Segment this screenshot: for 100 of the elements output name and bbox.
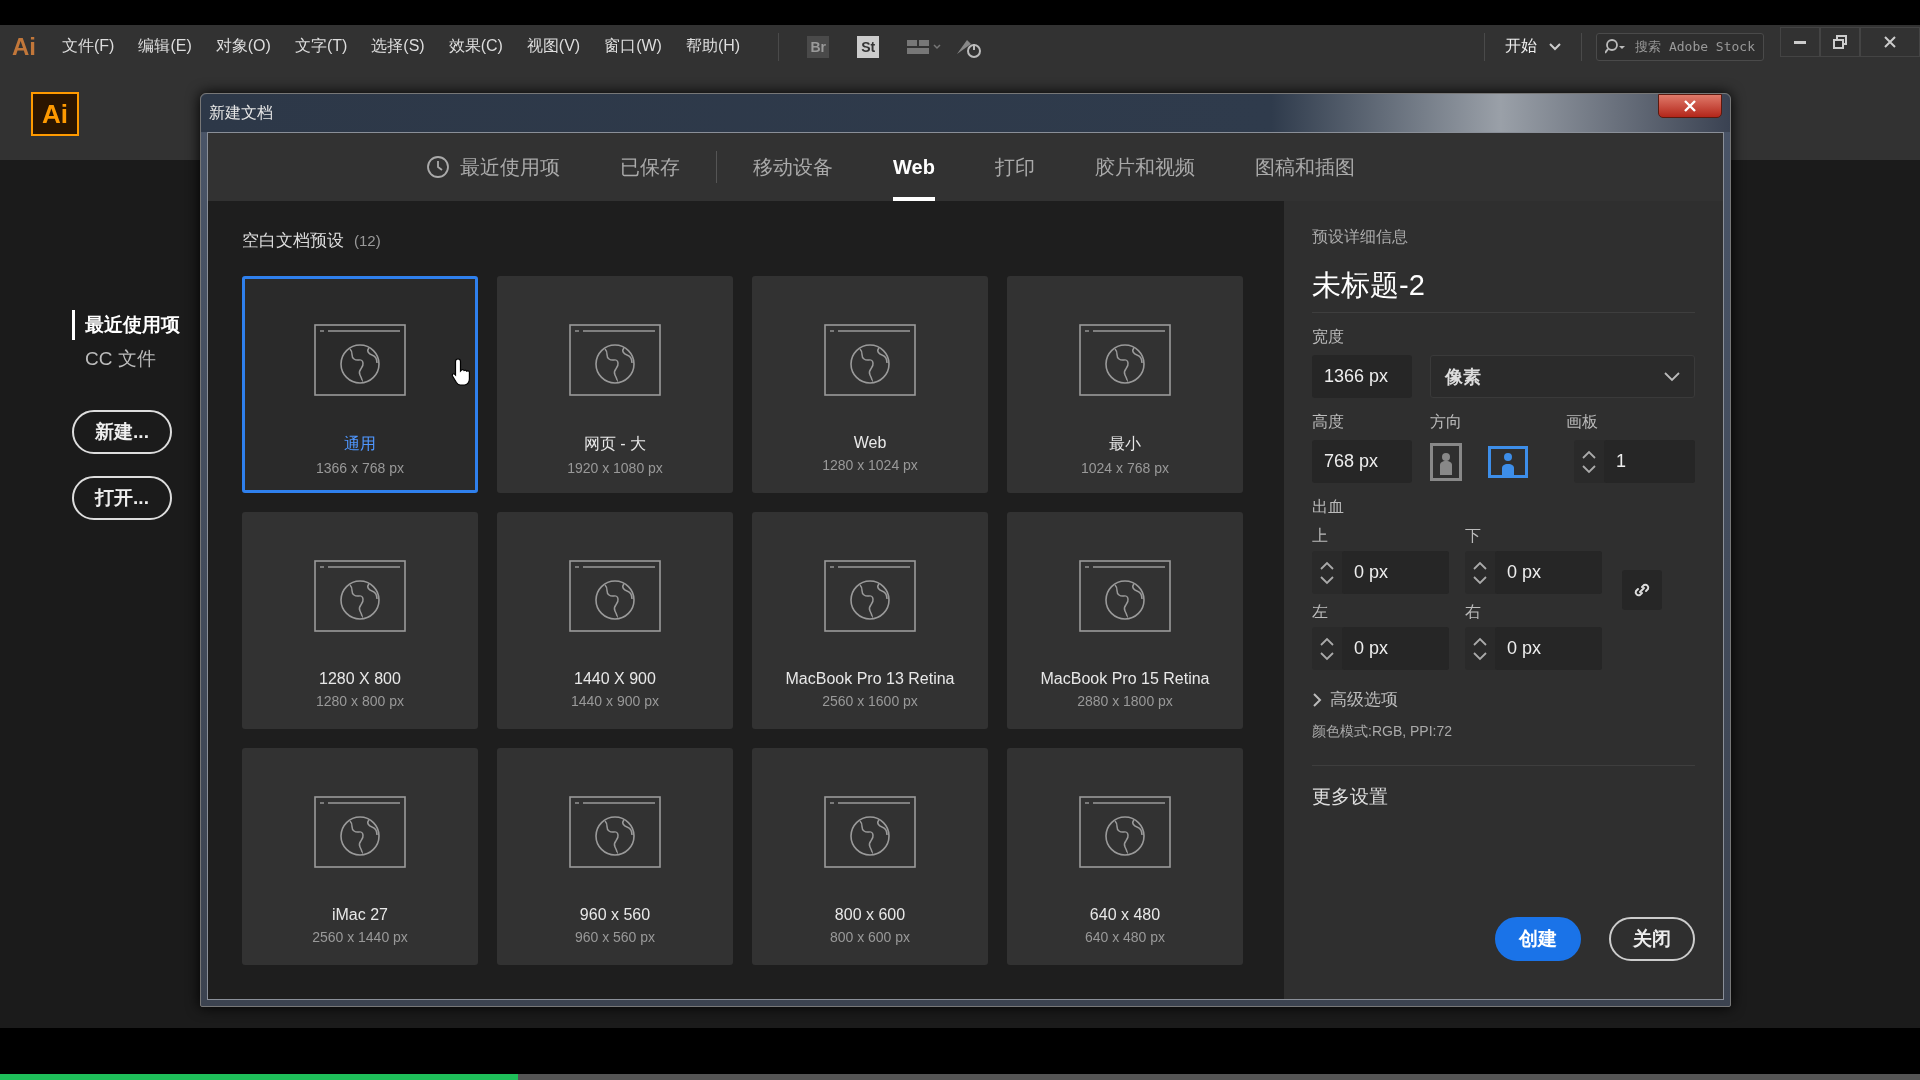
document-name: 未标题-2: [1312, 268, 1426, 303]
preset-size: 1024 x 768 px: [1081, 460, 1169, 476]
preset-size: 1920 x 1080 px: [567, 460, 663, 476]
more-settings-link[interactable]: 更多设置: [1312, 784, 1695, 810]
web-document-icon: [824, 796, 916, 868]
preset-name: 最小: [1109, 434, 1141, 454]
preset-name: iMac 27: [332, 906, 388, 924]
tab[interactable]: 打印: [994, 133, 1035, 201]
dialog-title: 新建文档: [209, 102, 273, 123]
minimize-button[interactable]: [1780, 27, 1820, 57]
tab[interactable]: 图稿和插图: [1254, 133, 1355, 201]
input-field[interactable]: 0 px: [1495, 627, 1602, 670]
menu-item[interactable]: 效果(C): [448, 36, 503, 57]
menu-item[interactable]: 帮助(H): [685, 36, 741, 57]
preset-name: 1440 X 900: [574, 670, 656, 688]
preset-card[interactable]: 960 x 560 960 x 560 px: [497, 748, 733, 965]
tab[interactable]: 最近使用项: [426, 133, 561, 201]
preset-name: 960 x 560: [579, 906, 651, 924]
preset-card[interactable]: MacBook Pro 15 Retina 2880 x 1800 px: [1007, 512, 1243, 729]
close-icon: [1883, 35, 1897, 49]
units-dropdown[interactable]: 像素: [1430, 355, 1695, 398]
workspace-dropdown[interactable]: 开始: [1505, 36, 1562, 57]
start-button[interactable]: 新建...: [72, 410, 172, 454]
preset-card[interactable]: 1280 X 800 1280 x 800 px: [242, 512, 478, 729]
minimize-icon: [1794, 40, 1806, 44]
portrait-orientation-icon[interactable]: [1430, 442, 1462, 481]
tab[interactable]: Web: [893, 133, 935, 201]
layout-button[interactable]: [907, 37, 942, 56]
search-placeholder: 搜索 Adobe Stock: [1635, 37, 1755, 56]
field-label: 画板: [1566, 412, 1598, 432]
start-button[interactable]: 打开...: [72, 476, 172, 520]
field-label: 宽度: [1312, 327, 1345, 347]
tab[interactable]: 已保存: [620, 133, 681, 201]
progress-bar[interactable]: [0, 1074, 1920, 1080]
create-button[interactable]: 创建: [1495, 917, 1581, 961]
close-button[interactable]: [1860, 27, 1920, 57]
input-field[interactable]: 0 px: [1342, 551, 1449, 594]
search-field[interactable]: 搜索 Adobe Stock: [1596, 32, 1764, 61]
chevron-right-icon: [1312, 691, 1322, 708]
menu-item[interactable]: 选择(S): [371, 36, 425, 57]
landscape-orientation-icon[interactable]: [1488, 445, 1528, 478]
preset-size: 2560 x 1440 px: [312, 929, 408, 945]
close-button[interactable]: 关闭: [1609, 917, 1695, 961]
field-label: 出血: [1312, 497, 1345, 517]
input-field[interactable]: 0 px: [1495, 551, 1602, 594]
web-document-icon: [1079, 796, 1171, 868]
preset-count: (12): [354, 232, 381, 249]
preset-size: 960 x 560 px: [574, 929, 656, 945]
field-label: 方向: [1430, 412, 1463, 432]
restore-button[interactable]: [1820, 27, 1860, 57]
preset-name: 通用: [344, 434, 376, 454]
preset-name: 1280 X 800: [319, 670, 401, 688]
preset-name: Web: [853, 434, 887, 452]
input-field[interactable]: 1: [1604, 440, 1695, 483]
close-button[interactable]: [1658, 94, 1722, 118]
menu-item[interactable]: 对象(O): [215, 36, 271, 57]
input-field[interactable]: 768 px: [1312, 440, 1412, 483]
preset-card[interactable]: 800 x 600 800 x 600 px: [752, 748, 988, 965]
preset-card[interactable]: 通用 1366 x 768 px: [242, 276, 478, 493]
preset-size: 2560 x 1600 px: [822, 693, 918, 709]
preset-size: 1280 x 1024 px: [822, 457, 918, 473]
tab[interactable]: 移动设备: [753, 133, 834, 201]
link-button[interactable]: [1622, 570, 1662, 610]
preset-card[interactable]: iMac 27 2560 x 1440 px: [242, 748, 478, 965]
web-document-icon: [314, 796, 406, 868]
sidebar-item[interactable]: 最近使用项: [72, 310, 180, 340]
app-button[interactable]: St: [857, 35, 880, 58]
advanced-options-toggle[interactable]: 高级选项: [1312, 688, 1695, 711]
preset-name: MacBook Pro 15 Retina: [1040, 670, 1210, 688]
field-label: 高度: [1312, 412, 1345, 432]
preset-size: 2880 x 1800 px: [1077, 693, 1173, 709]
preset-size: 1366 x 768 px: [316, 460, 404, 476]
preset-card[interactable]: 网页 - 大 1920 x 1080 px: [497, 276, 733, 493]
input-field[interactable]: 1366 px: [1312, 355, 1412, 398]
app-logo: Ai: [31, 92, 79, 136]
web-document-icon: [1079, 560, 1171, 632]
close-icon: [1683, 100, 1697, 112]
menu-item[interactable]: 窗口(W): [604, 36, 662, 57]
menu-item[interactable]: 文件(F): [62, 36, 115, 57]
menu-item[interactable]: 编辑(E): [138, 36, 192, 57]
preset-card[interactable]: 640 x 480 640 x 480 px: [1007, 748, 1243, 965]
preset-name: MacBook Pro 13 Retina: [785, 670, 955, 688]
input-field[interactable]: 0 px: [1342, 627, 1449, 670]
preset-size: 800 x 600 px: [829, 929, 911, 945]
tab[interactable]: 胶片和视频: [1094, 133, 1195, 201]
preset-card[interactable]: MacBook Pro 13 Retina 2560 x 1600 px: [752, 512, 988, 729]
preset-card[interactable]: 最小 1024 x 768 px: [1007, 276, 1243, 493]
chevron-down-icon: [1664, 371, 1680, 382]
web-document-icon: [824, 560, 916, 632]
preset-card[interactable]: Web 1280 x 1024 px: [752, 276, 988, 493]
menu-item[interactable]: 视图(V): [526, 36, 581, 57]
sidebar-item[interactable]: CC 文件: [72, 344, 156, 374]
field-label: 右: [1465, 602, 1482, 622]
field-label: 下: [1465, 526, 1482, 546]
preset-name: 800 x 600: [834, 906, 906, 924]
web-document-icon: [314, 560, 406, 632]
preset-size: 1440 x 900 px: [571, 693, 659, 709]
restore-icon: [1833, 35, 1847, 49]
menu-item[interactable]: 文字(T): [294, 36, 348, 57]
preset-card[interactable]: 1440 X 900 1440 x 900 px: [497, 512, 733, 729]
